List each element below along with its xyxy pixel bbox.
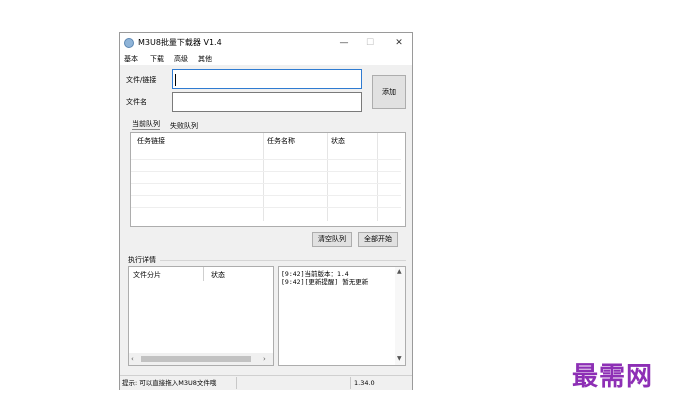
menu-basic[interactable]: 基本	[124, 53, 138, 65]
scroll-down-icon[interactable]: ▼	[397, 355, 402, 363]
clear-queue-button[interactable]: 清空队列	[312, 232, 352, 247]
group-border	[160, 260, 406, 261]
text-caret	[175, 74, 176, 86]
col-status[interactable]: 状态	[331, 136, 345, 146]
col-task-link[interactable]: 任务链接	[137, 136, 165, 146]
vertical-scrollbar[interactable]: ▲ ▼	[395, 267, 405, 365]
col-task-name[interactable]: 任务名称	[267, 136, 295, 146]
scroll-left-icon[interactable]: ‹	[131, 355, 134, 363]
app-window: M3U8批量下载器 V1.4 — ☐ ✕ 基本 下载 高级 其他 文件/链接 文…	[119, 32, 413, 390]
status-separator	[350, 377, 351, 389]
url-input[interactable]	[172, 69, 362, 89]
col-segment-status[interactable]: 状态	[211, 270, 225, 280]
row-divider	[131, 159, 401, 160]
filename-input[interactable]	[172, 92, 362, 112]
segment-table[interactable]: 文件分片 状态 ‹ ›	[128, 266, 274, 366]
maximize-button[interactable]: ☐	[361, 35, 379, 51]
status-hint: 提示: 可以直接拖入M3U8文件哦	[122, 379, 217, 387]
status-separator	[236, 377, 237, 389]
col-file-segment[interactable]: 文件分片	[133, 270, 161, 280]
start-all-button[interactable]: 全部开始	[358, 232, 398, 247]
log-panel[interactable]: [9:42]当前版本：1.4 [9:42][更新提醒] 暂无更新 ▲ ▼	[278, 266, 406, 366]
menu-other[interactable]: 其他	[198, 53, 212, 65]
scroll-right-icon[interactable]: ›	[263, 355, 266, 363]
horizontal-scrollbar[interactable]: ‹ ›	[129, 353, 273, 365]
row-divider	[131, 207, 401, 208]
close-button[interactable]: ✕	[390, 35, 408, 51]
menu-download[interactable]: 下载	[150, 53, 164, 65]
watermark-logo: 最需网	[572, 362, 654, 392]
scroll-up-icon[interactable]: ▲	[397, 268, 402, 276]
row-divider	[131, 171, 401, 172]
filename-label: 文件名	[126, 98, 147, 106]
window-title: M3U8批量下载器 V1.4	[138, 38, 222, 47]
column-divider	[203, 267, 204, 281]
status-version: 1.34.0	[354, 379, 375, 387]
minimize-button[interactable]: —	[335, 35, 353, 51]
title-bar[interactable]: M3U8批量下载器 V1.4 — ☐ ✕	[120, 33, 412, 53]
add-button[interactable]: 添加	[372, 75, 406, 109]
details-section-title: 执行详情	[128, 256, 156, 264]
scrollbar-thumb[interactable]	[141, 356, 251, 362]
row-divider	[131, 195, 401, 196]
tab-failed-queue[interactable]: 失败队列	[170, 121, 198, 131]
log-line: [9:42]当前版本：1.4	[281, 270, 349, 278]
queue-table[interactable]: 任务链接 任务名称 状态	[130, 132, 406, 227]
status-bar: 提示: 可以直接拖入M3U8文件哦 1.34.0	[120, 375, 412, 390]
log-line: [9:42][更新提醒] 暂无更新	[281, 278, 369, 286]
tab-current-queue[interactable]: 当前队列	[132, 119, 160, 130]
menu-advanced[interactable]: 高级	[174, 53, 188, 65]
app-logo-icon	[124, 38, 134, 48]
url-label: 文件/链接	[126, 76, 157, 84]
menu-bar: 基本 下载 高级 其他	[120, 53, 412, 65]
row-divider	[131, 183, 401, 184]
